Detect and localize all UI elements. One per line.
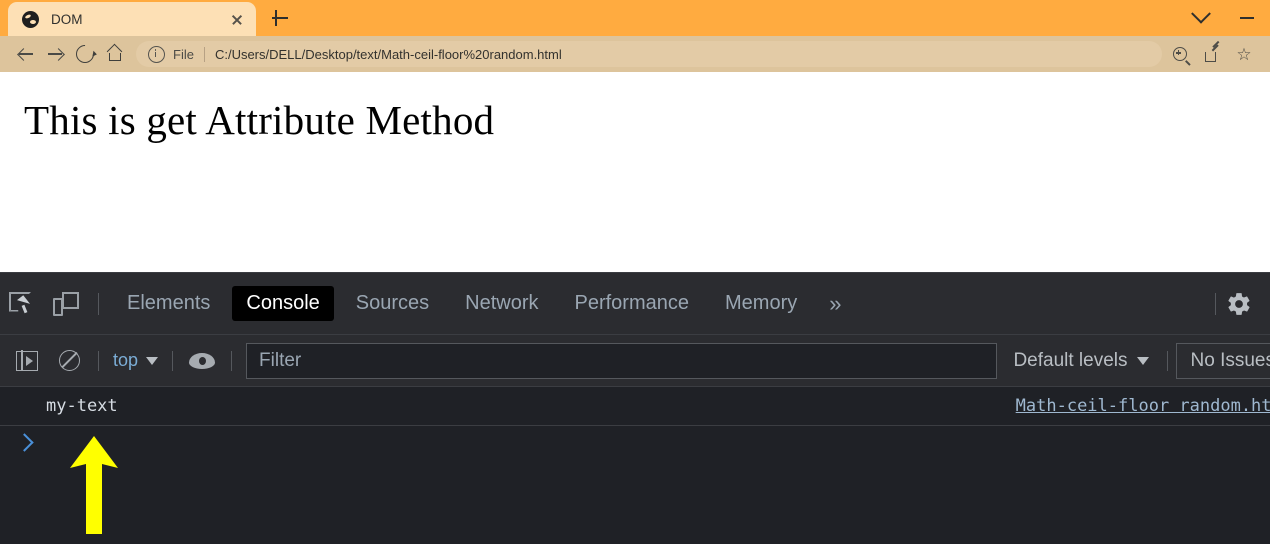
page-viewport: This is get Attribute Method — [0, 72, 1270, 272]
tab-title: DOM — [51, 11, 83, 27]
forward-button[interactable] — [40, 39, 70, 69]
share-icon[interactable] — [1196, 39, 1228, 69]
devtools-tab-elements[interactable]: Elements — [113, 286, 224, 321]
chevron-down-icon — [146, 356, 159, 365]
reload-button[interactable] — [70, 39, 100, 69]
devtools-tabbar: Elements Console Sources Network Perform… — [0, 273, 1270, 335]
page-heading: This is get Attribute Method — [24, 97, 495, 143]
filter-input[interactable]: Filter — [246, 342, 998, 379]
filter-placeholder: Filter — [259, 349, 302, 371]
address-scheme-label: File — [173, 46, 194, 62]
devtools-tab-memory[interactable]: Memory — [711, 286, 811, 321]
console-message-text: my-text — [46, 396, 118, 416]
tabbar-divider-right — [1215, 292, 1216, 315]
console-sidebar-icon[interactable] — [6, 343, 48, 379]
console-toolbar-divider-3 — [231, 350, 233, 371]
console-output: my-text Math-ceil-floor random.html — [0, 387, 1270, 544]
console-source-link[interactable]: Math-ceil-floor random.html — [1016, 396, 1270, 416]
console-toolbar-divider-4 — [1166, 350, 1168, 371]
minimize-icon[interactable] — [1224, 0, 1270, 36]
live-expression-icon[interactable] — [181, 343, 223, 379]
devtools-more-tabs-button[interactable]: » — [815, 287, 855, 321]
clear-console-icon[interactable] — [48, 343, 90, 379]
close-icon[interactable] — [228, 10, 246, 28]
annotation-arrow-up-icon — [70, 436, 118, 534]
devtools-tab-performance[interactable]: Performance — [561, 286, 704, 321]
console-toolbar-divider-1 — [98, 350, 99, 371]
device-toolbar-icon[interactable] — [44, 282, 88, 326]
console-toolbar: top Filter Default levels No Issues — [0, 335, 1270, 387]
log-levels-dropdown[interactable]: Default levels — [1003, 350, 1158, 372]
toolbar-actions: ☆ — [1164, 39, 1260, 69]
console-toolbar-divider-2 — [172, 350, 174, 371]
gear-icon[interactable] — [1226, 291, 1252, 317]
address-url-text: C:/Users/DELL/Desktop/text/Math-ceil-flo… — [214, 46, 562, 62]
zoom-in-icon[interactable] — [1164, 39, 1196, 69]
chevron-down-icon — [1136, 356, 1149, 365]
console-context-dropdown[interactable]: top — [107, 350, 164, 371]
devtools-tab-console[interactable]: Console — [232, 286, 334, 321]
browser-tab-dom[interactable]: DOM — [8, 2, 256, 36]
inspect-element-icon[interactable] — [0, 282, 44, 326]
window-controls — [1178, 0, 1270, 36]
back-button[interactable] — [10, 39, 40, 69]
devtools-panel: Elements Console Sources Network Perform… — [0, 272, 1270, 544]
prompt-chevron-icon — [15, 433, 34, 452]
tabbar-divider — [98, 292, 99, 315]
globe-icon — [22, 10, 39, 28]
address-bar[interactable]: File C:/Users/DELL/Desktop/text/Math-cei… — [136, 41, 1162, 67]
console-context-value: top — [113, 350, 139, 370]
browser-titlebar: DOM — [0, 0, 1270, 36]
address-separator — [203, 46, 205, 62]
new-tab-button[interactable] — [268, 6, 292, 30]
devtools-tab-sources[interactable]: Sources — [342, 286, 443, 321]
browser-toolbar: File C:/Users/DELL/Desktop/text/Math-cei… — [0, 36, 1270, 72]
devtools-tab-network[interactable]: Network — [451, 286, 552, 321]
console-message-row[interactable]: my-text Math-ceil-floor random.html — [0, 387, 1270, 426]
home-button[interactable] — [100, 39, 130, 69]
log-levels-value: Default levels — [1013, 349, 1128, 371]
browser-chrome: DOM File C:/Users/DELL/Desktop/text/Math… — [0, 0, 1270, 72]
no-issues-button[interactable]: No Issues — [1175, 342, 1270, 379]
chevron-down-icon[interactable] — [1178, 0, 1224, 36]
console-prompt-row[interactable] — [0, 426, 1270, 544]
bookmark-star-icon[interactable]: ☆ — [1228, 39, 1260, 69]
info-circle-icon[interactable] — [148, 45, 165, 63]
